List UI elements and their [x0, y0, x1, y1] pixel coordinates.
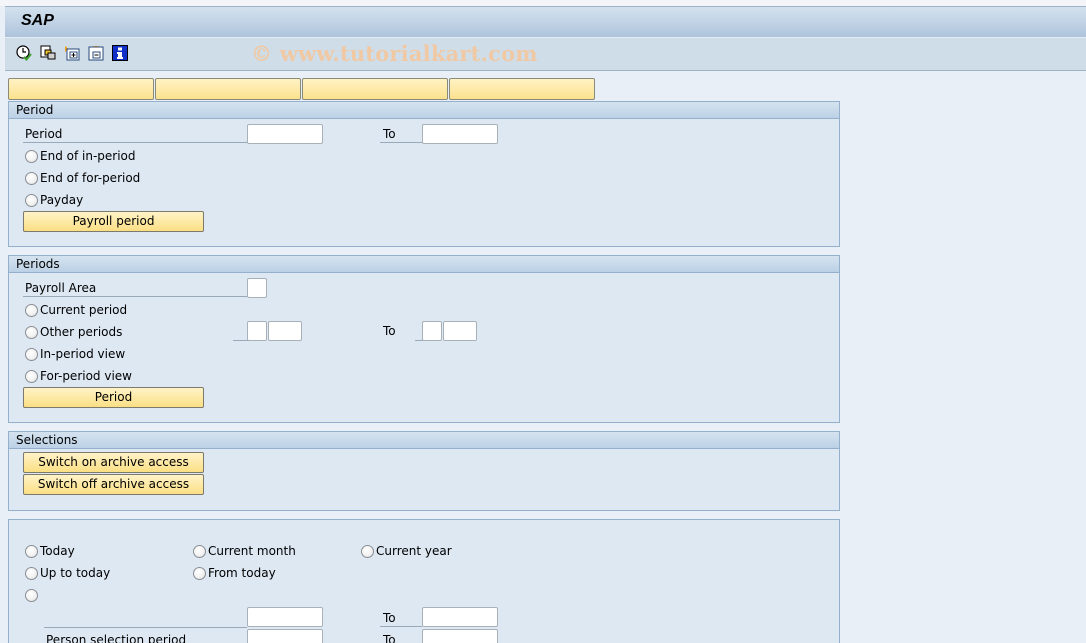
- radio-from-today[interactable]: From today: [193, 564, 276, 582]
- radio-other-periods[interactable]: Other periods: [25, 323, 122, 341]
- radio-today[interactable]: Today: [25, 542, 75, 560]
- period-to-label: To: [380, 125, 422, 143]
- selections-group-title: Selections: [9, 432, 839, 449]
- radio-label: Payday: [40, 193, 84, 207]
- tab-button-3[interactable]: [302, 78, 448, 100]
- radio-label: Current year: [376, 544, 452, 558]
- radio-button[interactable]: [25, 149, 38, 163]
- radio-up-to-today[interactable]: Up to today: [25, 564, 110, 582]
- radio-label: From today: [208, 566, 276, 580]
- radio-label: End of in-period: [40, 149, 136, 163]
- tab-button-1[interactable]: [8, 78, 154, 100]
- custom-period-underline: [44, 627, 247, 628]
- radio-label: Other periods: [40, 325, 123, 339]
- person-selection-to-label: To: [383, 633, 396, 643]
- custom-period-to-field[interactable]: [422, 607, 498, 627]
- radio-custom-period[interactable]: [25, 586, 40, 604]
- radio-current-month[interactable]: Current month: [193, 542, 296, 560]
- radio-button[interactable]: [25, 566, 38, 580]
- other-from-underline: [233, 340, 248, 341]
- person-selection-to-field[interactable]: [422, 629, 498, 643]
- other-periods-to-2[interactable]: [443, 321, 477, 341]
- radio-button[interactable]: [25, 544, 38, 558]
- application-toolbar: © www.tutorialkart.com: [5, 37, 1086, 71]
- info-icon[interactable]: [112, 45, 128, 61]
- periods-group: Periods Payroll Area Current period Othe…: [8, 255, 840, 423]
- radio-button[interactable]: [25, 193, 38, 207]
- get-variant-icon[interactable]: [40, 45, 56, 61]
- other-periods-to-label: To: [383, 324, 396, 338]
- collapse-icon[interactable]: [88, 45, 104, 61]
- radio-button[interactable]: [25, 369, 38, 383]
- switch-off-archive-button[interactable]: Switch off archive access: [23, 474, 204, 495]
- radio-label: In-period view: [40, 347, 126, 361]
- switch-on-archive-button[interactable]: Switch on archive access: [23, 452, 204, 473]
- other-periods-from-2[interactable]: [268, 321, 302, 341]
- radio-button[interactable]: [25, 588, 38, 602]
- period-label: Period: [23, 125, 247, 143]
- radio-button[interactable]: [193, 544, 206, 558]
- radio-for-period-view[interactable]: For-period view: [25, 367, 132, 385]
- other-periods-from-1[interactable]: [247, 321, 267, 341]
- person-selection-period-label: Person selection period: [46, 633, 187, 643]
- period-to-field[interactable]: [422, 124, 498, 144]
- radio-button[interactable]: [25, 171, 38, 185]
- person-selection-from-field[interactable]: [247, 629, 323, 643]
- custom-period-to-label: To: [380, 609, 422, 627]
- payroll-period-button[interactable]: Payroll period: [23, 211, 204, 232]
- radio-button[interactable]: [25, 347, 38, 361]
- selections-group: Selections Switch on archive access Swit…: [8, 431, 840, 511]
- tab-button-2[interactable]: [155, 78, 301, 100]
- radio-button[interactable]: [193, 566, 206, 580]
- custom-period-from-field[interactable]: [247, 607, 323, 627]
- other-periods-to-1[interactable]: [422, 321, 442, 341]
- radio-button[interactable]: [25, 303, 38, 317]
- radio-label: For-period view: [40, 369, 132, 383]
- radio-in-period-view[interactable]: In-period view: [25, 345, 125, 363]
- date-selection-group: Today Current month Current year Up to t…: [8, 519, 840, 643]
- radio-label: Up to today: [40, 566, 111, 580]
- radio-end-of-in-period[interactable]: End of in-period: [25, 147, 136, 165]
- radio-label: Current month: [208, 544, 296, 558]
- periods-group-title: Periods: [9, 256, 839, 273]
- radio-label: Current period: [40, 303, 128, 317]
- period-button[interactable]: Period: [23, 387, 204, 408]
- period-from-field[interactable]: [247, 124, 323, 144]
- radio-label: Today: [40, 544, 75, 558]
- radio-current-year[interactable]: Current year: [361, 542, 452, 560]
- radio-button[interactable]: [361, 544, 374, 558]
- expand-icon[interactable]: [64, 45, 80, 61]
- period-group: Period Period To End of in-period End of…: [8, 101, 840, 247]
- payroll-area-field[interactable]: [247, 278, 267, 298]
- radio-button[interactable]: [25, 325, 38, 339]
- payroll-area-label: Payroll Area: [23, 279, 247, 297]
- watermark: © www.tutorialkart.com: [251, 41, 538, 66]
- radio-payday[interactable]: Payday: [25, 191, 83, 209]
- period-group-title: Period: [9, 102, 839, 119]
- title-bar: SAP: [5, 6, 1086, 37]
- radio-current-period[interactable]: Current period: [25, 301, 127, 319]
- radio-end-of-for-period[interactable]: End of for-period: [25, 169, 140, 187]
- window-title: SAP: [21, 12, 54, 29]
- radio-label: End of for-period: [40, 171, 141, 185]
- execute-clock-icon[interactable]: [16, 45, 32, 61]
- tab-button-4[interactable]: [449, 78, 595, 100]
